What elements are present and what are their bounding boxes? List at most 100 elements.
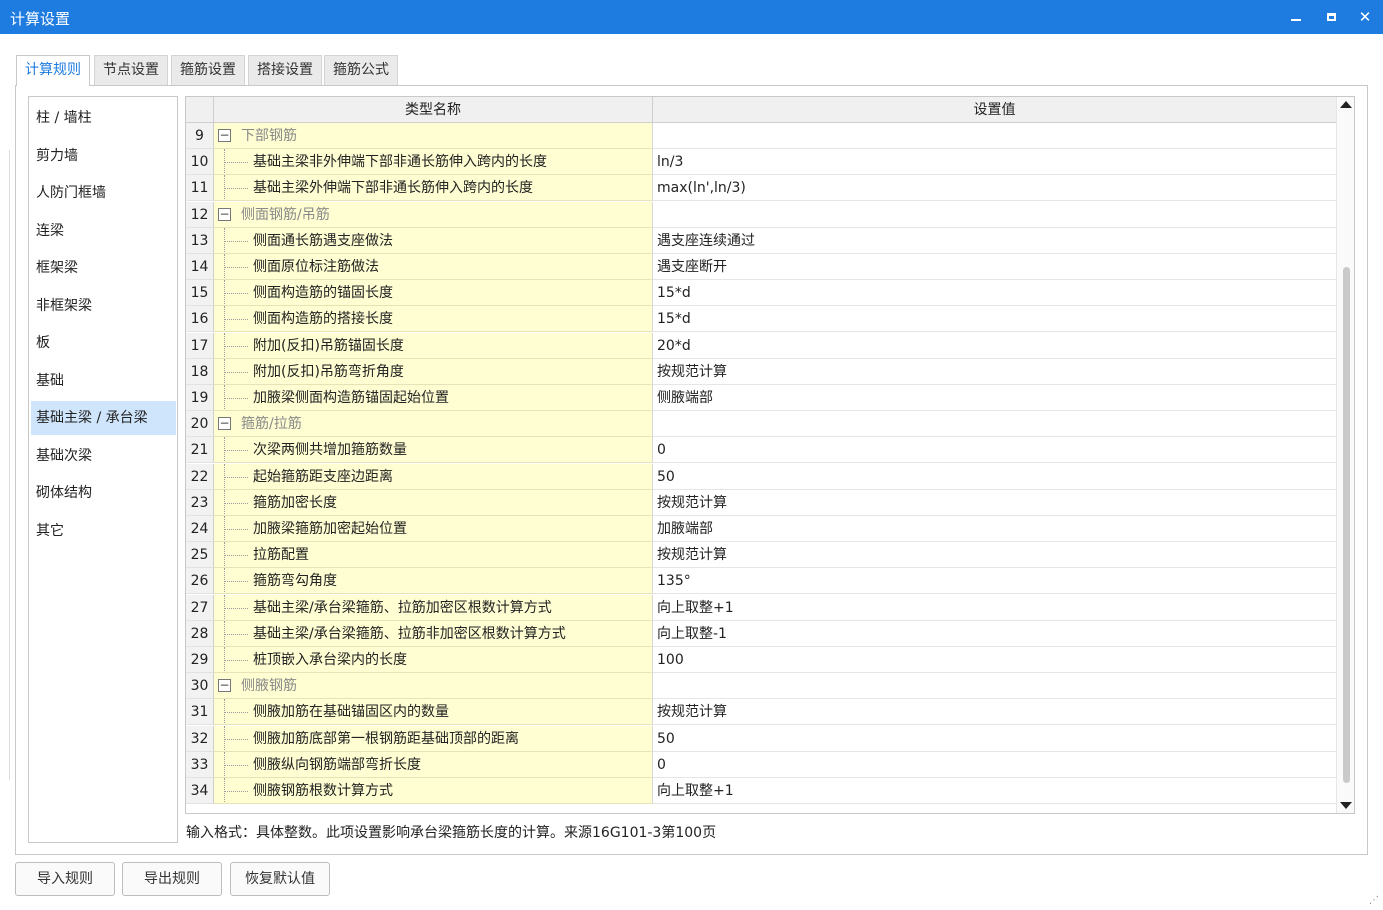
- tab-node-settings[interactable]: 节点设置: [94, 55, 168, 85]
- category-item[interactable]: 砌体结构: [31, 476, 176, 510]
- table-row[interactable]: 34 侧腋钢筋根数计算方式 向上取整+1: [186, 778, 1336, 804]
- category-item[interactable]: 连梁: [31, 214, 176, 248]
- category-item[interactable]: 基础: [31, 364, 176, 398]
- setting-value-cell[interactable]: 按规范计算: [653, 699, 1336, 726]
- setting-value-cell[interactable]: 0: [653, 751, 1336, 778]
- category-item[interactable]: 基础主梁 / 承台梁: [31, 401, 176, 435]
- setting-value-cell[interactable]: 向上取整-1: [653, 620, 1336, 647]
- tree-branch: [224, 188, 248, 190]
- setting-label: 侧腋加筋在基础锚固区内的数量: [253, 704, 449, 721]
- tree-branch: [224, 764, 248, 766]
- category-item[interactable]: 板: [31, 326, 176, 360]
- setting-value-cell[interactable]: 0: [653, 437, 1336, 464]
- table-row[interactable]: 11 基础主梁外伸端下部非通长筋伸入跨内的长度 max(ln',ln/3): [186, 175, 1336, 202]
- window-left-edge: [0, 150, 10, 780]
- setting-name-cell: 基础主梁非外伸端下部非通长筋伸入跨内的长度: [214, 149, 653, 176]
- setting-value-cell[interactable]: 20*d: [653, 332, 1336, 359]
- vertical-scrollbar[interactable]: [1336, 97, 1354, 813]
- row-number: 24: [186, 516, 214, 542]
- table-row[interactable]: 13 侧面通长筋遇支座做法 遇支座连续通过: [186, 227, 1336, 254]
- table-row[interactable]: 19 加腋梁侧面构造筋锚固起始位置 侧腋端部: [186, 385, 1336, 411]
- setting-value-cell[interactable]: 50: [653, 463, 1336, 490]
- collapse-icon[interactable]: −: [218, 417, 231, 431]
- column-header-value[interactable]: 设置值: [653, 97, 1336, 123]
- setting-value-cell[interactable]: ln/3: [653, 149, 1336, 176]
- setting-label: 桩顶嵌入承台梁内的长度: [253, 652, 407, 668]
- collapse-icon[interactable]: −: [218, 129, 231, 142]
- tab-stirrup-settings[interactable]: 箍筋设置: [171, 55, 245, 85]
- tab-lap-settings[interactable]: 搭接设置: [248, 55, 322, 85]
- tab-calc-rules[interactable]: 计算规则: [16, 55, 90, 86]
- restore-defaults-button[interactable]: 恢复默认值: [230, 862, 330, 896]
- setting-value-cell[interactable]: max(ln',ln/3): [653, 175, 1336, 202]
- category-item[interactable]: 剪力墙: [31, 139, 176, 173]
- category-item[interactable]: 柱 / 墙柱: [31, 101, 176, 135]
- setting-value-cell[interactable]: 50: [653, 725, 1336, 752]
- tree-branch: [224, 502, 248, 504]
- table-row[interactable]: 15 侧面构造筋的锚固长度 15*d: [186, 280, 1336, 307]
- row-number: 31: [186, 699, 214, 726]
- maximize-button[interactable]: [1319, 5, 1343, 29]
- setting-label: 次梁两侧共增加箍筋数量: [253, 442, 407, 459]
- group-row[interactable]: 30− 侧腋钢筋: [186, 673, 1336, 700]
- collapse-icon[interactable]: −: [218, 207, 231, 221]
- table-row[interactable]: 25 拉筋配置 按规范计算: [186, 542, 1336, 569]
- collapse-icon[interactable]: −: [218, 679, 231, 693]
- setting-value-cell[interactable]: 向上取整+1: [653, 778, 1336, 804]
- group-row[interactable]: 20− 箍筋/拉筋: [186, 411, 1336, 438]
- tree-branch: [224, 633, 248, 635]
- row-number: 26: [186, 568, 214, 595]
- setting-value-cell[interactable]: 遇支座断开: [653, 254, 1336, 280]
- setting-label: 侧腋钢筋根数计算方式: [253, 783, 393, 799]
- table-row[interactable]: 16 侧面构造筋的搭接长度 15*d: [186, 306, 1336, 333]
- column-header-name[interactable]: 类型名称: [214, 97, 653, 123]
- row-number: 9: [186, 123, 214, 149]
- setting-value-cell[interactable]: 侧腋端部: [653, 385, 1336, 411]
- setting-value-cell[interactable]: 按规范计算: [653, 542, 1336, 569]
- setting-value-cell[interactable]: 向上取整+1: [653, 594, 1336, 621]
- scroll-thumb[interactable]: [1343, 267, 1350, 783]
- category-item[interactable]: 框架梁: [31, 251, 176, 285]
- setting-value-cell[interactable]: 135°: [653, 568, 1336, 595]
- table-row[interactable]: 24 加腋梁箍筋加密起始位置 加腋端部: [186, 516, 1336, 542]
- setting-value-cell[interactable]: 100: [653, 647, 1336, 673]
- table-row[interactable]: 29 桩顶嵌入承台梁内的长度 100: [186, 647, 1336, 673]
- table-row[interactable]: 22 起始箍筋距支座边距离 50: [186, 463, 1336, 490]
- table-row[interactable]: 33 侧腋纵向钢筋端部弯折长度 0: [186, 751, 1336, 778]
- export-rules-button[interactable]: 导出规则: [122, 862, 222, 896]
- setting-value-cell[interactable]: 15*d: [653, 306, 1336, 333]
- group-row[interactable]: 9− 下部钢筋: [186, 123, 1336, 149]
- table-row[interactable]: 28 基础主梁/承台梁箍筋、拉筋非加密区根数计算方式 向上取整-1: [186, 620, 1336, 647]
- table-row[interactable]: 18 附加(反扣)吊筋弯折角度 按规范计算: [186, 358, 1336, 385]
- table-row[interactable]: 31 侧腋加筋在基础锚固区内的数量 按规范计算: [186, 699, 1336, 726]
- scroll-up-icon[interactable]: [1340, 101, 1352, 108]
- minimize-button[interactable]: [1284, 5, 1308, 29]
- group-name-cell: − 箍筋/拉筋: [214, 411, 653, 438]
- table-row[interactable]: 26 箍筋弯勾角度 135°: [186, 568, 1336, 595]
- table-row[interactable]: 17 附加(反扣)吊筋锚固长度 20*d: [186, 332, 1336, 359]
- table-row[interactable]: 14 侧面原位标注筋做法 遇支座断开: [186, 254, 1336, 280]
- setting-value-cell[interactable]: 按规范计算: [653, 358, 1336, 385]
- scroll-down-icon[interactable]: [1340, 802, 1352, 809]
- category-item[interactable]: 非框架梁: [31, 289, 176, 323]
- table-row[interactable]: 27 基础主梁/承台梁箍筋、拉筋加密区根数计算方式 向上取整+1: [186, 594, 1336, 621]
- setting-name-cell: 侧面原位标注筋做法: [214, 254, 653, 280]
- setting-value-cell[interactable]: 按规范计算: [653, 489, 1336, 516]
- setting-value-cell[interactable]: 15*d: [653, 280, 1336, 307]
- table-row[interactable]: 32 侧腋加筋底部第一根钢筋距基础顶部的距离 50: [186, 725, 1336, 752]
- table-row[interactable]: 21 次梁两侧共增加箍筋数量 0: [186, 437, 1336, 464]
- table-row[interactable]: 10 基础主梁非外伸端下部非通长筋伸入跨内的长度 ln/3: [186, 149, 1336, 176]
- category-item[interactable]: 人防门框墙: [31, 176, 176, 210]
- tab-stirrup-formula[interactable]: 箍筋公式: [324, 55, 398, 85]
- resize-grip-icon[interactable]: ⋰: [1369, 896, 1379, 906]
- close-button[interactable]: ✕: [1353, 5, 1377, 29]
- group-row[interactable]: 12− 侧面钢筋/吊筋: [186, 201, 1336, 228]
- row-number: 23: [186, 489, 214, 516]
- import-rules-button[interactable]: 导入规则: [15, 862, 115, 896]
- category-item[interactable]: 基础次梁: [31, 439, 176, 473]
- table-row[interactable]: 23 箍筋加密长度 按规范计算: [186, 489, 1336, 516]
- setting-name-cell: 次梁两侧共增加箍筋数量: [214, 437, 653, 464]
- setting-value-cell[interactable]: 加腋端部: [653, 516, 1336, 542]
- category-item[interactable]: 其它: [31, 514, 176, 548]
- setting-value-cell[interactable]: 遇支座连续通过: [653, 227, 1336, 254]
